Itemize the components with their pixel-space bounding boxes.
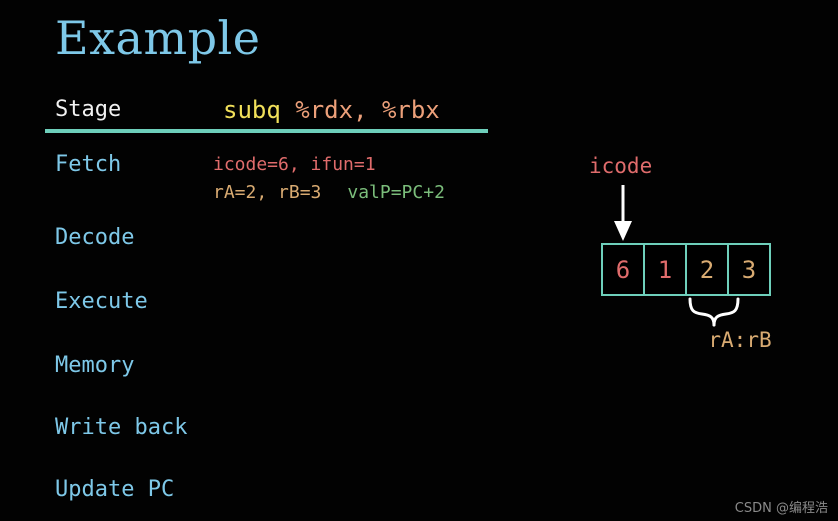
table-row: Fetch icode=6, ifun=1 rA=2, rB=3 valP=PC+… <box>0 150 520 203</box>
stage-label-update-pc: Update PC <box>55 477 175 502</box>
fetch-icode-ifun: icode=6, ifun=1 <box>213 154 376 175</box>
slide-canvas: Example Stage subq %rdx, %rbx Fetch icod… <box>0 0 838 521</box>
byte-cell-rb: 3 <box>727 243 771 296</box>
byte-sequence: 6 1 2 3 <box>601 243 771 296</box>
fetch-registers: rA=2, rB=3 <box>213 182 322 203</box>
stage-label-decode: Decode <box>55 225 135 250</box>
table-row: Write back <box>0 413 520 443</box>
icode-pointer-label: icode <box>589 154 653 178</box>
byte-cell-ifun: 1 <box>643 243 687 296</box>
stage-table-header: Stage subq %rdx, %rbx <box>55 95 495 125</box>
table-row: Decode <box>0 223 520 253</box>
table-row: Update PC <box>0 475 520 505</box>
fetch-valp: valP=PC+2 <box>347 182 445 203</box>
ra-rb-label: rA:rB <box>708 328 772 352</box>
table-row: Memory <box>0 351 520 381</box>
column-header-stage: Stage <box>55 97 122 122</box>
icode-arrow-icon <box>614 185 632 241</box>
table-row: Execute <box>0 287 520 317</box>
watermark: CSDN @编程浩 <box>734 501 828 516</box>
instruction-encoding-diagram: icode 6 1 2 3 rA:rB <box>560 145 838 360</box>
stage-label-execute: Execute <box>55 289 148 314</box>
byte-cell-ra: 2 <box>685 243 729 296</box>
instruction-operands: %rdx, %rbx <box>280 96 440 124</box>
byte-cell-icode: 6 <box>601 243 645 296</box>
fetch-detail-line2: rA=2, rB=3 valP=PC+2 <box>213 178 445 208</box>
stage-label-fetch: Fetch <box>55 152 122 177</box>
header-divider <box>45 129 488 133</box>
stage-label-write-back: Write back <box>55 415 188 440</box>
ra-rb-brace-icon <box>688 297 740 327</box>
stage-label-memory: Memory <box>55 353 135 378</box>
column-header-instruction: subq %rdx, %rbx <box>223 95 440 125</box>
page-title: Example <box>55 11 261 65</box>
instruction-mnemonic: subq <box>223 96 281 124</box>
